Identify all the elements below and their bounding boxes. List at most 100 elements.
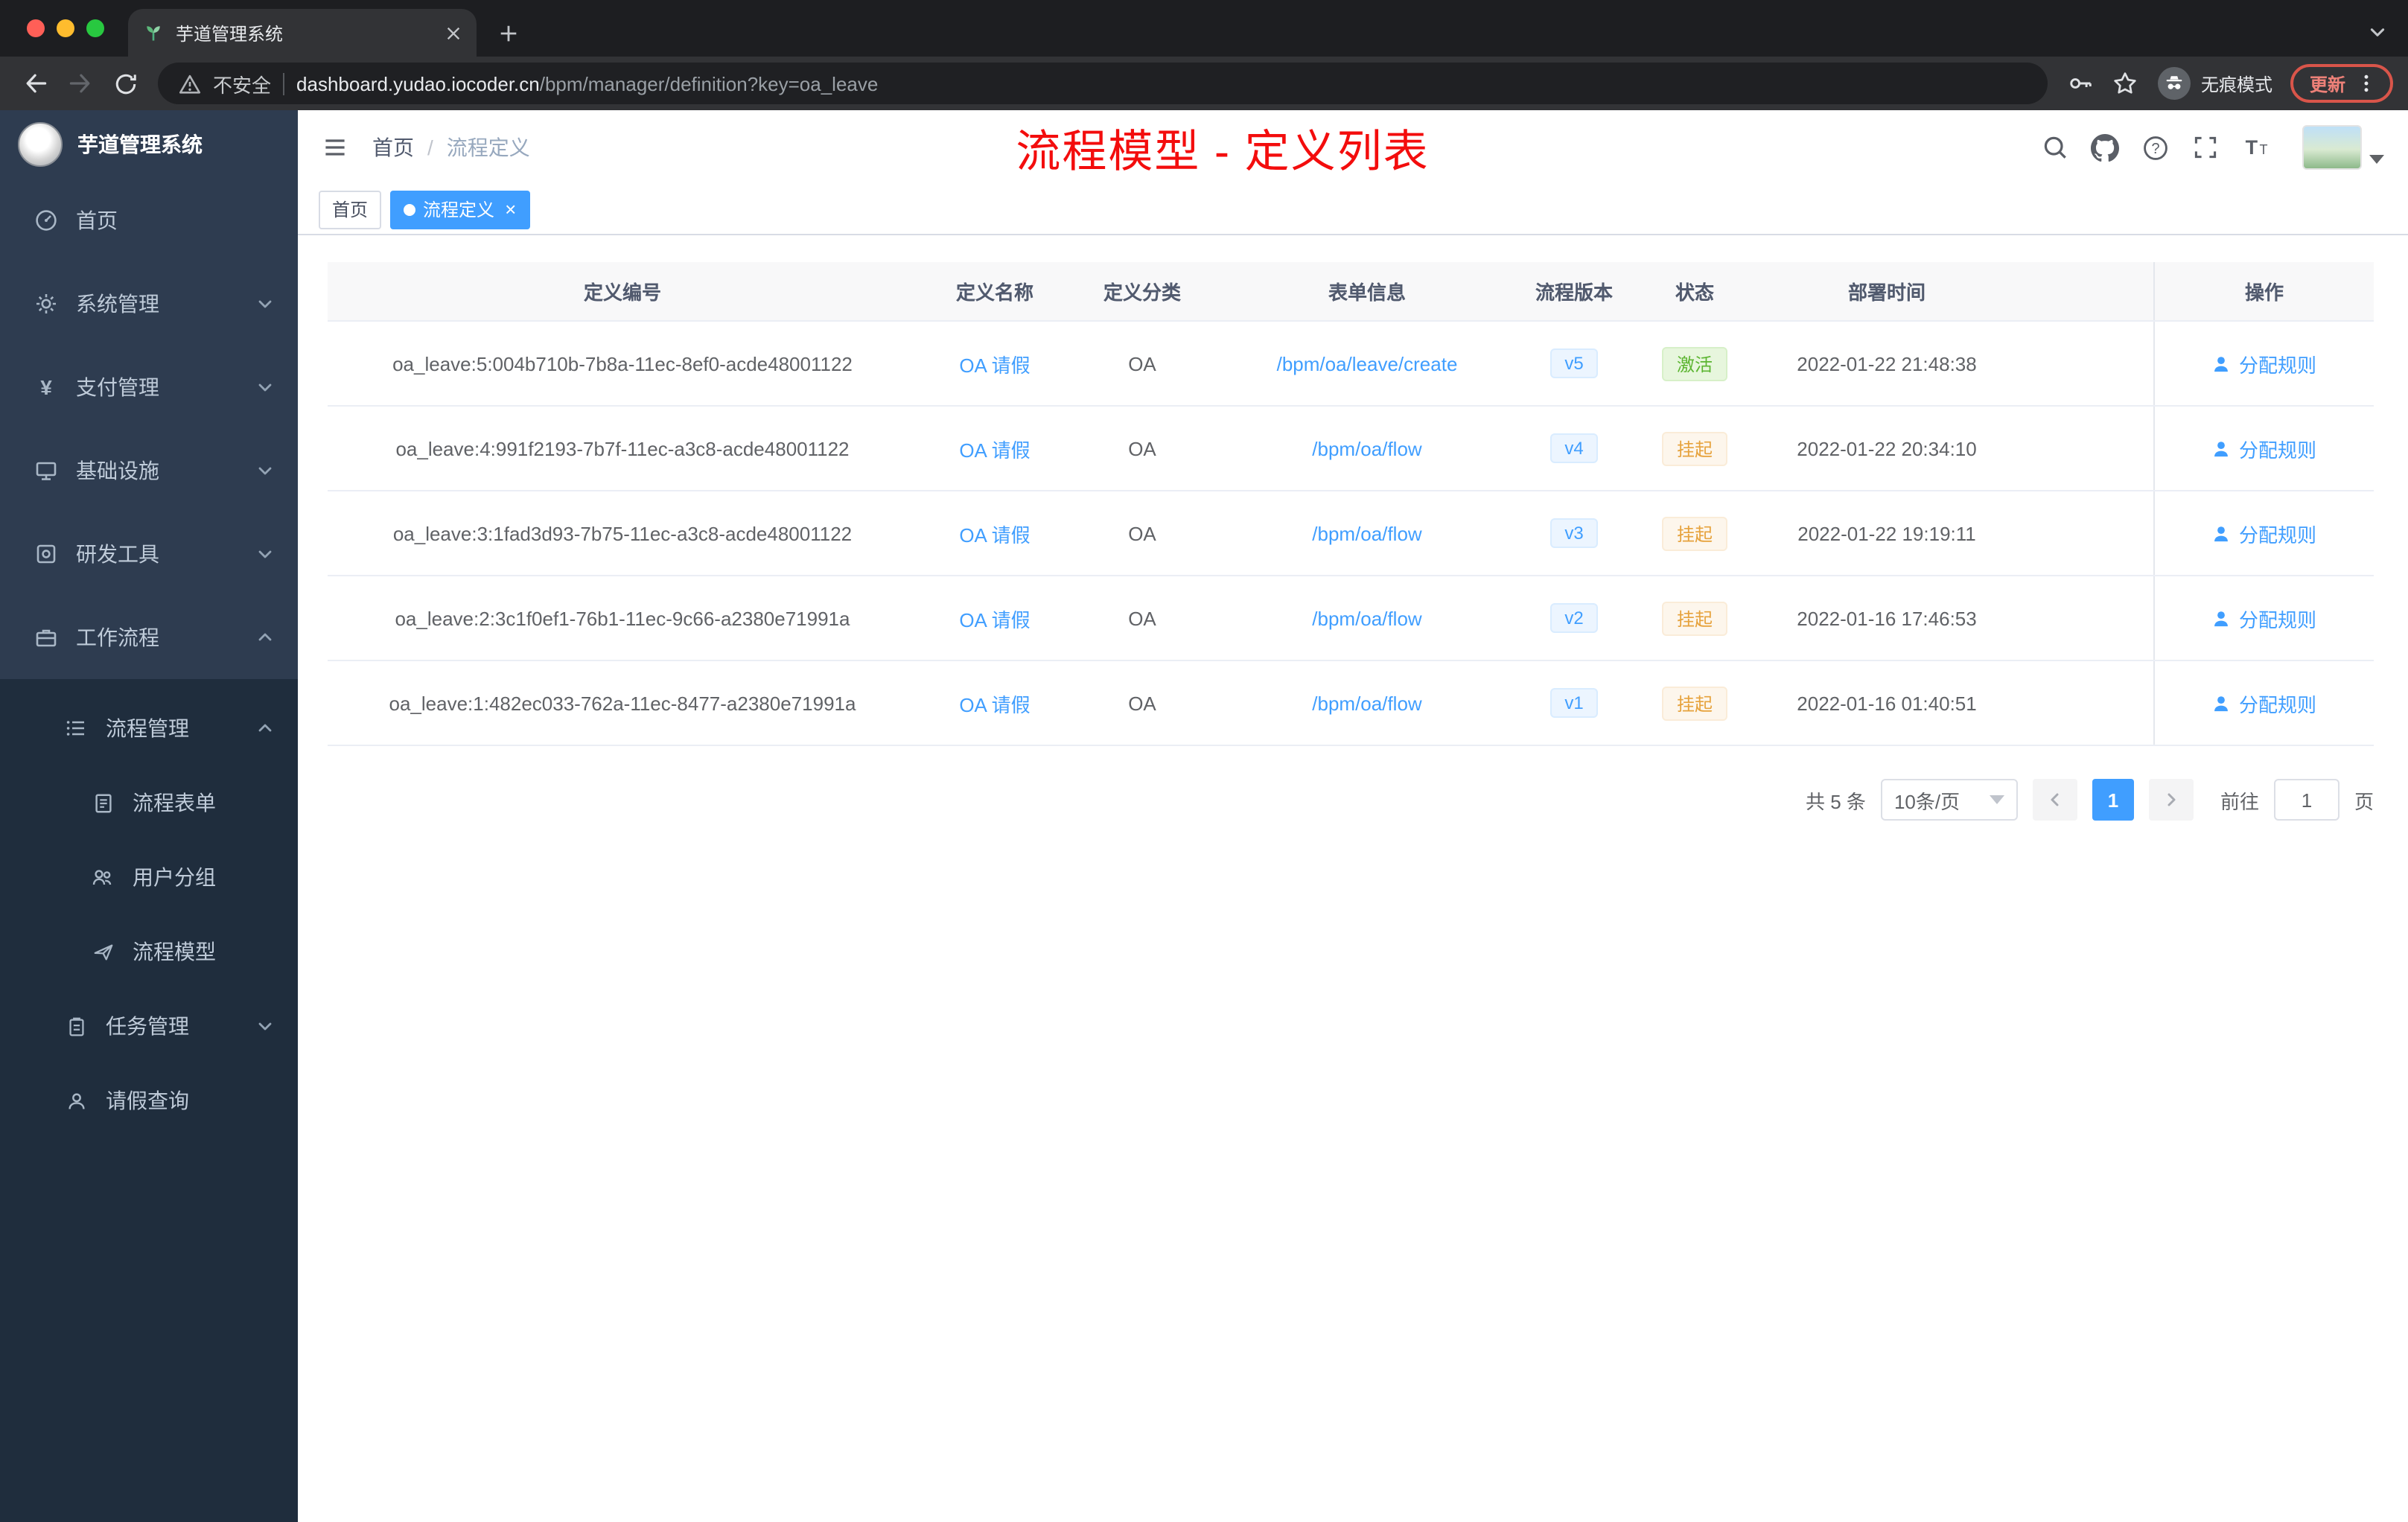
browser-tab-strip: 芋道管理系统 bbox=[0, 0, 2408, 57]
tab-title: 芋道管理系统 bbox=[176, 23, 284, 44]
definition-name-cell: OA 请假 bbox=[917, 491, 1072, 575]
app-header: 首页 / 流程定义 流程模型 - 定义列表 ? T T bbox=[298, 110, 2408, 185]
bookmark-star-icon[interactable] bbox=[2104, 63, 2146, 104]
definition-category: OA bbox=[1128, 352, 1156, 375]
sidebar-item-process-form[interactable]: 流程表单 bbox=[0, 765, 298, 840]
chevron-down-icon bbox=[256, 545, 274, 563]
sidebar: 芋道管理系统 首页 系统管理 ¥ 支付管理 基础设施 研发工具 工作流程 流程管… bbox=[0, 110, 298, 1522]
status-badge: 激活 bbox=[1661, 346, 1727, 380]
filler-cell bbox=[2010, 491, 2153, 575]
goto-page-input[interactable] bbox=[2273, 779, 2339, 821]
gear-icon bbox=[33, 292, 60, 316]
assign-rule-link[interactable]: 分配规则 bbox=[2212, 519, 2316, 547]
definition-name-cell: OA 请假 bbox=[917, 322, 1072, 405]
sidebar-item-label: 流程表单 bbox=[133, 791, 216, 815]
tab-close-icon[interactable] bbox=[445, 25, 462, 41]
security-label: 不安全 bbox=[213, 74, 272, 96]
form-info-link[interactable]: /bpm/oa/leave/create bbox=[1277, 352, 1458, 375]
avatar-image bbox=[2302, 125, 2362, 170]
close-window-button[interactable] bbox=[27, 19, 45, 37]
app-logo: 芋道管理系统 bbox=[0, 110, 298, 179]
zoom-window-button[interactable] bbox=[86, 19, 104, 37]
url-domain: dashboard.yudao.iocoder.cn bbox=[296, 72, 540, 95]
next-page-button[interactable] bbox=[2148, 779, 2194, 821]
password-key-icon[interactable] bbox=[2060, 63, 2101, 104]
breadcrumb-home-link[interactable]: 首页 bbox=[372, 133, 414, 162]
hamburger-icon[interactable] bbox=[322, 134, 348, 161]
assign-rule-link[interactable]: 分配规则 bbox=[2212, 349, 2316, 378]
reload-button[interactable] bbox=[104, 63, 146, 104]
version-badge: v4 bbox=[1549, 433, 1599, 463]
form-info-link[interactable]: /bpm/oa/flow bbox=[1312, 522, 1421, 544]
minimize-window-button[interactable] bbox=[57, 19, 74, 37]
sidebar-item-payment-management[interactable]: ¥ 支付管理 bbox=[0, 346, 298, 429]
breadcrumb-current: 流程定义 bbox=[446, 136, 530, 159]
sidebar-item-home[interactable]: 首页 bbox=[0, 179, 298, 262]
form-info-link[interactable]: /bpm/oa/flow bbox=[1312, 607, 1421, 629]
help-icon[interactable]: ? bbox=[2141, 133, 2170, 162]
sidebar-item-infrastructure[interactable]: 基础设施 bbox=[0, 429, 298, 512]
assign-rule-link[interactable]: 分配规则 bbox=[2212, 604, 2316, 632]
filler-header bbox=[2010, 262, 2153, 320]
window-controls bbox=[27, 19, 104, 37]
form-info-cell: /bpm/oa/flow bbox=[1212, 407, 1522, 490]
sidebar-item-process-management[interactable]: 流程管理 bbox=[0, 691, 298, 765]
version-badge: v2 bbox=[1549, 603, 1599, 633]
definition-name-link[interactable]: OA 请假 bbox=[959, 689, 1030, 717]
table-row: oa_leave:5:004b710b-7b8a-11ec-8ef0-acde4… bbox=[328, 322, 2374, 407]
status-cell: 挂起 bbox=[1626, 576, 1763, 660]
table-body: oa_leave:5:004b710b-7b8a-11ec-8ef0-acde4… bbox=[328, 322, 2374, 746]
sidebar-item-system-management[interactable]: 系统管理 bbox=[0, 262, 298, 346]
sidebar-item-dev-tools[interactable]: 研发工具 bbox=[0, 512, 298, 596]
table-row: oa_leave:1:482ec033-762a-11ec-8477-a2380… bbox=[328, 661, 2374, 746]
sidebar-item-process-model[interactable]: 流程模型 bbox=[0, 914, 298, 989]
column-header: 操作 bbox=[2153, 262, 2374, 320]
prev-page-button[interactable] bbox=[2032, 779, 2077, 821]
definition-id: oa_leave:2:3c1f0ef1-76b1-11ec-9c66-a2380… bbox=[395, 607, 850, 629]
browser-tab[interactable]: 芋道管理系统 bbox=[128, 9, 477, 57]
page-size-select[interactable]: 10条/页 bbox=[1880, 779, 2018, 821]
fullscreen-icon[interactable] bbox=[2192, 134, 2219, 161]
new-tab-button[interactable] bbox=[497, 22, 520, 45]
form-info-link[interactable]: /bpm/oa/flow bbox=[1312, 692, 1421, 714]
definition-category: OA bbox=[1128, 692, 1156, 714]
update-button[interactable]: 更新 bbox=[2290, 64, 2393, 103]
status-badge: 挂起 bbox=[1661, 686, 1727, 720]
github-icon[interactable] bbox=[2091, 133, 2119, 162]
tag-process-definition[interactable]: 流程定义 × bbox=[390, 190, 530, 229]
tag-home[interactable]: 首页 bbox=[319, 190, 382, 229]
tab-search-chevron-icon[interactable] bbox=[2368, 22, 2387, 42]
search-icon[interactable] bbox=[2042, 134, 2068, 161]
column-header: 定义编号 bbox=[583, 281, 661, 304]
page-number-1[interactable]: 1 bbox=[2092, 779, 2134, 821]
font-size-icon[interactable]: TT bbox=[2241, 134, 2271, 161]
back-button[interactable] bbox=[15, 63, 57, 104]
form-info-link[interactable]: /bpm/oa/flow bbox=[1312, 437, 1421, 459]
user-avatar[interactable] bbox=[2302, 125, 2384, 170]
sidebar-item-leave-query[interactable]: 请假查询 bbox=[0, 1063, 298, 1138]
definition-category: OA bbox=[1128, 522, 1156, 544]
status-badge: 挂起 bbox=[1661, 431, 1727, 465]
address-bar[interactable]: 不安全 dashboard.yudao.iocoder.cn/bpm/manag… bbox=[158, 63, 2048, 104]
sidebar-item-label: 请假查询 bbox=[106, 1089, 189, 1112]
definition-name-link[interactable]: OA 请假 bbox=[959, 519, 1030, 547]
definition-name-link[interactable]: OA 请假 bbox=[959, 434, 1030, 462]
forward-button[interactable] bbox=[60, 63, 101, 104]
sidebar-item-label: 流程管理 bbox=[106, 716, 189, 740]
definition-name-cell: OA 请假 bbox=[917, 407, 1072, 490]
definition-name-link[interactable]: OA 请假 bbox=[959, 604, 1030, 632]
sidebar-item-task-management[interactable]: 任务管理 bbox=[0, 989, 298, 1063]
definition-name-cell: OA 请假 bbox=[917, 661, 1072, 745]
sidebar-item-user-group[interactable]: 用户分组 bbox=[0, 840, 298, 914]
assign-rule-link[interactable]: 分配规则 bbox=[2212, 689, 2316, 717]
sidebar-filler bbox=[0, 1138, 298, 1522]
sidebar-item-workflow[interactable]: 工作流程 bbox=[0, 596, 298, 679]
close-icon[interactable]: × bbox=[505, 200, 516, 219]
sidebar-item-label: 用户分组 bbox=[133, 865, 216, 889]
definition-name-cell: OA 请假 bbox=[917, 576, 1072, 660]
assign-rule-link[interactable]: 分配规则 bbox=[2212, 434, 2316, 462]
form-info-cell: /bpm/oa/flow bbox=[1212, 491, 1522, 575]
definition-name-link[interactable]: OA 请假 bbox=[959, 349, 1030, 378]
more-menu-icon[interactable] bbox=[2356, 73, 2377, 94]
assign-rule-label: 分配规则 bbox=[2238, 523, 2316, 546]
